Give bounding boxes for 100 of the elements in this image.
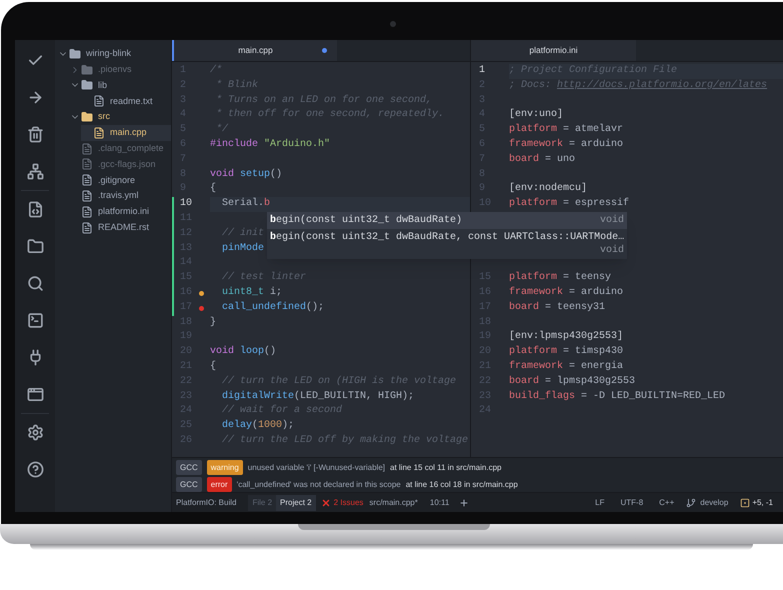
code-line: board = lpmsp430g2553 [509,374,636,389]
branch-name[interactable]: develop [700,496,728,508]
code-line: // turn the LED on (HIGH is the voltage [221,374,456,389]
tree-item-label: src [98,110,110,124]
scope-tab[interactable]: Project 2 [276,494,316,510]
tree-item-label: .travis.yml [98,189,138,202]
file-icon [81,158,93,170]
editor-tab[interactable]: main.cpp [172,40,337,61]
diff-stats[interactable]: +5, -1 [752,496,773,508]
code-line: digitalWrite(LED_BUILTIN, HIGH); [221,390,414,404]
code-line: platform = atmelavr [509,123,624,138]
tree-item-label: lib [98,78,108,92]
encoding[interactable]: UTF-8 [620,496,644,508]
code-file-icon[interactable] [26,201,44,218]
tree-item-label: main.cpp [110,126,147,140]
file-icon [81,174,93,186]
code-line: build_flags = -D LED_BUILTIN=RED_LED [509,390,726,404]
code-line: framework = energia [509,360,624,374]
terminal-icon[interactable] [26,312,44,329]
code-line: pinMode [221,242,264,256]
line-number: 10 [180,197,192,212]
code-line: // init [221,226,264,241]
completion-text: begin(const uint32_t dwBaudRate) [270,214,462,227]
folder-icon [81,111,93,124]
file-icon [81,190,93,202]
folder-icon[interactable] [26,238,44,255]
tree-item[interactable]: lib [69,78,171,94]
return-type: void [598,214,624,227]
tree-item[interactable]: src [69,109,171,125]
error-x-icon [320,498,331,508]
code-line: } [210,316,216,330]
tree-item[interactable]: .travis.yml [69,188,171,204]
tree-item-label: readme.txt [110,94,153,108]
camera-icon [390,21,396,27]
code-line: ; Docs: http://docs.platformio.org/en/lates [509,78,768,93]
code-line: uint8_t i; [221,286,282,300]
message-text: 'call_undefined' was not declared in this scope [236,479,401,491]
grammar[interactable]: C++ [659,496,674,508]
settings-icon[interactable] [26,424,44,441]
tree-item-label: .gcc-flags.json [98,158,156,171]
tree-item[interactable]: README.rst [69,220,171,236]
code-line: [env:nodemcu] [509,182,588,196]
network-icon[interactable] [26,163,44,180]
tree-item-label: platformio.ini [98,205,150,218]
code-line: */ [215,123,228,138]
tree-item-label: README.rst [98,220,150,234]
file-path[interactable]: src/main.cpp* [369,496,418,508]
folder-icon [69,48,81,60]
build-status[interactable]: PlatformIO: Build [176,496,236,508]
code-line: call_undefined(); [221,300,324,315]
tree-item[interactable]: wiring-blink [57,46,171,62]
message-location[interactable]: at line 15 col 11 in src/main.cpp [390,461,502,474]
help-icon[interactable] [26,461,44,478]
tree-item[interactable]: readme.txt [81,93,171,110]
code-line: void setup() [210,168,282,182]
code-line: board = teensy31 [509,300,606,315]
tree-item[interactable]: platformio.ini [69,204,171,220]
folder-icon [81,64,93,76]
tree-item-label: .pioenvs [98,62,132,76]
source-badge: GCC [176,477,202,492]
search-icon[interactable] [26,275,44,292]
code-line: platform = teensy [509,271,612,286]
severity-badge: warning [206,460,243,475]
code-line: [env:uno] [509,108,564,122]
autocomplete-item[interactable]: begin(const uint32_t dwBaudRate, const UARTClass::UARTMode… void [267,229,627,259]
code-line: { [210,182,216,196]
branch-icon [686,498,696,508]
tree-item[interactable]: .gitignore [69,172,171,188]
code-line: #include "Arduino.h" [210,138,330,152]
code-line: { [210,360,216,374]
file-icon [81,222,93,234]
window-icon[interactable] [26,386,44,403]
issues-count[interactable]: 2 Issues [334,496,364,508]
code-line: framework = arduino [509,286,624,300]
cursor-position[interactable]: 10:11 [430,496,450,508]
code-line: // wait for a second [221,404,342,418]
tree-item-label: .clang_complete [98,142,164,155]
tab-label: main.cpp [238,44,273,57]
code-line: delay(1000); [221,419,294,434]
completion-text: begin(const uint32_t dwBaudRate, const UARTClass::UARTMode… [270,231,624,244]
tree-item-label: .gitignore [98,174,136,187]
file-icon [93,126,105,139]
line-ending[interactable]: LF [595,496,604,508]
code-line: // test linter [221,271,306,286]
return-type: void [598,244,624,257]
severity-badge: error [206,477,232,492]
tree-item[interactable]: main.cpp [81,124,171,141]
message-location[interactable]: at line 16 col 18 in src/main.cpp [406,478,518,491]
code-line: framework = arduino [509,138,624,152]
tab-label: platformio.ini [529,44,578,57]
trash-icon[interactable] [26,126,44,143]
code-line: /* [210,64,222,78]
code-line: * then off for one second, repeatedly. [215,108,444,122]
code-line: board = uno [509,152,576,167]
tree-item-label: wiring-blink [86,47,132,60]
editor-tab[interactable]: platformio.ini [471,40,636,61]
code-line: * Turns on an LED on for one second, [215,94,432,108]
autocomplete-item[interactable]: begin(const uint32_t dwBaudRate) void [267,212,627,229]
file-icon [81,206,93,218]
plus-icon[interactable] [459,498,470,508]
